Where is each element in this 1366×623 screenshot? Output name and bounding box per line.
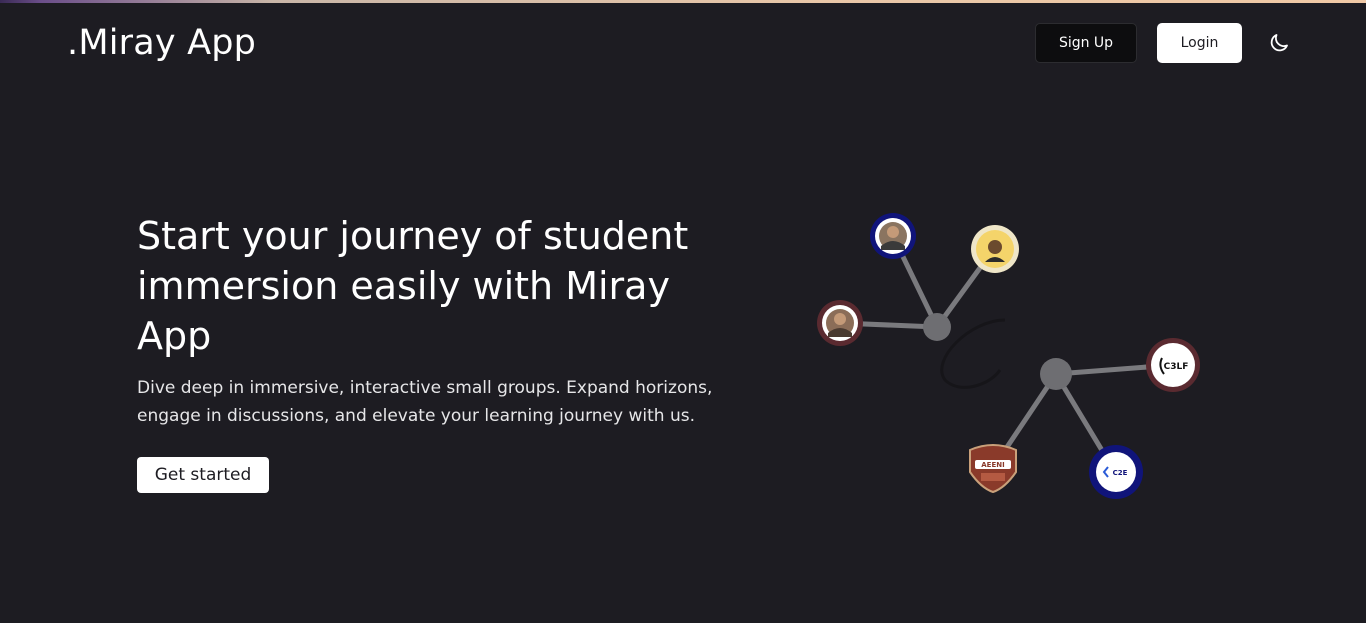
- logo-aeeni: AEENI: [969, 444, 1017, 494]
- theme-toggle-button[interactable]: [1267, 31, 1291, 55]
- avatar-student-1: [870, 213, 916, 259]
- logo-c2e-text: C2E: [1113, 469, 1128, 477]
- top-gradient-strip: [0, 0, 1366, 3]
- get-started-button[interactable]: Get started: [137, 457, 269, 493]
- hub-node-left: [923, 313, 951, 341]
- moon-icon: [1270, 34, 1288, 52]
- brand-logo[interactable]: .Miray App: [67, 21, 256, 65]
- hub-node-right: [1040, 358, 1072, 390]
- login-button[interactable]: Login: [1157, 23, 1242, 63]
- logo-c2e: C2E: [1089, 445, 1143, 499]
- avatar-student-2: [971, 225, 1019, 273]
- signup-button[interactable]: Sign Up: [1035, 23, 1137, 63]
- group-network-illustration: C3LF AEENI C2E: [817, 213, 1200, 499]
- connector-curve: [940, 318, 1006, 389]
- network-edges: [837, 233, 1176, 475]
- hero-description: Dive deep in immersive, interactive smal…: [137, 378, 713, 426]
- logo-c3lf-text: C3LF: [1164, 362, 1189, 372]
- hero-title: Start your journey of student immersion …: [137, 214, 689, 358]
- avatar-student-3: [817, 300, 863, 346]
- logo-c3lf: C3LF: [1146, 338, 1200, 392]
- logo-aeeni-text: AEENI: [981, 461, 1004, 469]
